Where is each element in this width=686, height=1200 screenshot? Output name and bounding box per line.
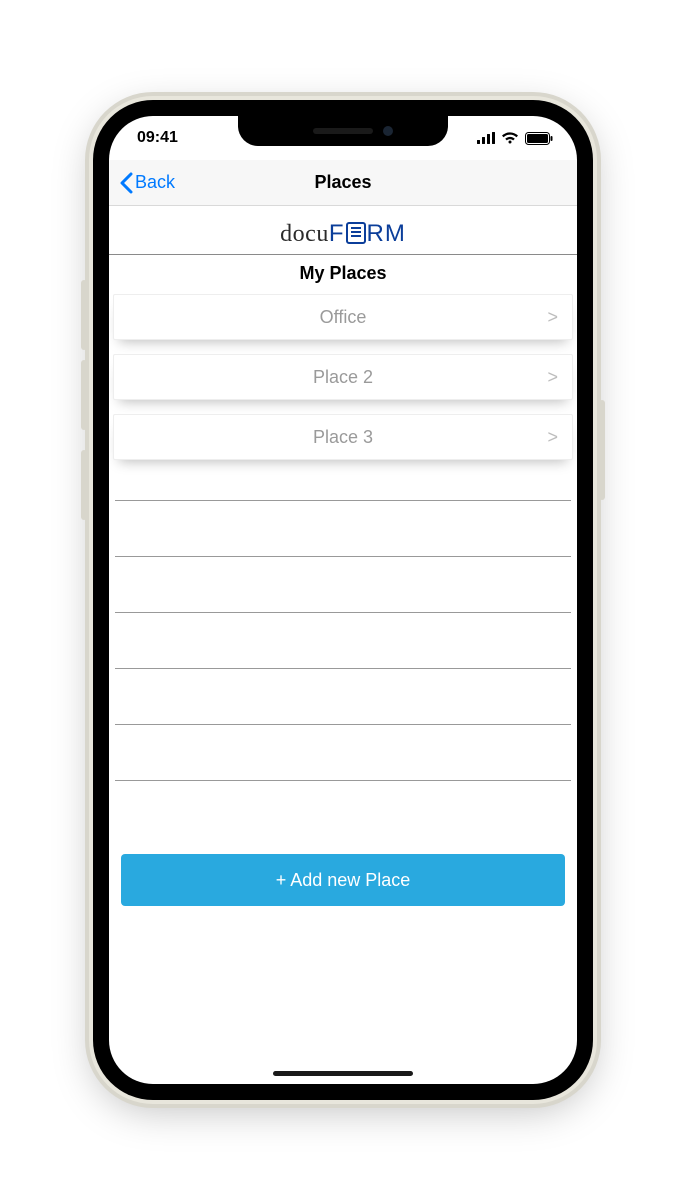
places-list: Office > Place 2 > Place 3 > <box>109 294 577 474</box>
divider <box>115 668 571 724</box>
brand-prefix: docu <box>280 221 329 247</box>
screen: 09:41 Back Places <box>109 116 577 1084</box>
speaker-grille <box>313 128 373 134</box>
add-new-place-button[interactable]: + Add new Place <box>121 854 565 906</box>
divider <box>115 612 571 668</box>
document-icon <box>346 222 366 244</box>
add-button-label: + Add new Place <box>276 870 411 891</box>
chevron-right-icon: > <box>547 427 558 448</box>
home-indicator[interactable] <box>273 1071 413 1076</box>
divider <box>115 500 571 556</box>
front-camera <box>383 126 393 136</box>
notch <box>238 116 448 146</box>
chevron-right-icon: > <box>547 367 558 388</box>
place-label: Place 3 <box>313 427 373 448</box>
back-button[interactable]: Back <box>119 172 175 194</box>
place-row[interactable]: Place 3 > <box>113 414 573 460</box>
divider <box>115 724 571 780</box>
brand-suffix: RM <box>367 220 406 247</box>
nav-bar: Back Places <box>109 160 577 206</box>
place-row[interactable]: Office > <box>113 294 573 340</box>
battery-icon <box>525 132 553 145</box>
status-right <box>477 132 553 145</box>
section-title: My Places <box>109 255 577 294</box>
status-time: 09:41 <box>137 129 178 147</box>
cellular-signal-icon <box>477 132 495 144</box>
page-title: Places <box>109 172 577 193</box>
chevron-right-icon: > <box>547 307 558 328</box>
back-label: Back <box>135 172 175 193</box>
phone-frame: 09:41 Back Places <box>93 100 593 1100</box>
place-label: Office <box>320 307 367 328</box>
brand-logo: docuF RM <box>109 206 577 255</box>
place-row[interactable]: Place 2 > <box>113 354 573 400</box>
wifi-icon <box>501 132 519 144</box>
empty-rows <box>109 500 577 836</box>
chevron-left-icon <box>119 172 133 194</box>
divider <box>115 780 571 836</box>
brand-f: F <box>329 220 345 247</box>
place-label: Place 2 <box>313 367 373 388</box>
divider <box>115 556 571 612</box>
